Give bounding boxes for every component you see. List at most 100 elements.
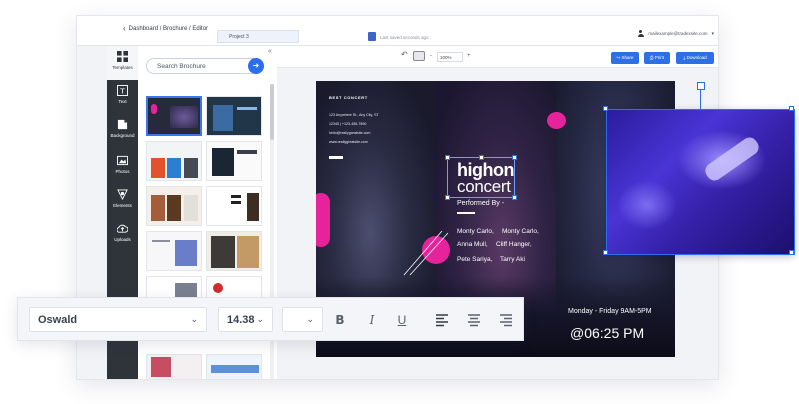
resize-handle[interactable] <box>445 155 450 160</box>
search-go-button[interactable]: ➜ <box>248 58 264 74</box>
rail-item-templates[interactable]: Templates <box>107 46 138 80</box>
user-menu[interactable]: mailexample@tradexsite.com ▾ <box>637 30 714 37</box>
elements-icon <box>117 189 128 200</box>
brochure-phone[interactable]: 12345 | +123-456-7890 <box>329 122 366 126</box>
chevron-down-icon[interactable]: ⌄ <box>190 314 198 325</box>
document-icon <box>368 32 376 41</box>
rotate-handle-line <box>700 89 701 109</box>
font-size-select[interactable]: 14.38 ⌄ <box>218 307 273 332</box>
brochure-website[interactable]: www.reallygreatsite.com <box>329 140 368 144</box>
project-name[interactable]: Project 3 <box>229 34 249 40</box>
scrollbar-thumb[interactable] <box>270 84 274 140</box>
user-icon <box>637 30 644 37</box>
pink-dot[interactable] <box>547 112 566 129</box>
resize-handle[interactable] <box>603 106 608 111</box>
brochure-email[interactable]: hello@reallygreatsite.com <box>329 131 370 135</box>
performed-by-label[interactable]: Performed By - <box>457 200 504 207</box>
rail-item-elements[interactable]: Elements <box>107 184 138 218</box>
zoom-in-button[interactable]: + <box>467 53 471 59</box>
user-email[interactable]: mailexample@tradexsite.com <box>648 31 707 36</box>
performer-name[interactable]: Cliff Hanger, <box>496 241 532 248</box>
canvas-toolbar: ↶ - 100% + ↪ Share ⎙ Print ⤓ Download <box>277 46 718 68</box>
font-family-value[interactable]: Oswald <box>38 314 77 326</box>
resize-handle[interactable] <box>512 155 517 160</box>
resize-handle[interactable] <box>789 106 794 111</box>
chevron-down-icon[interactable]: ⌄ <box>306 314 314 325</box>
pink-blob-left[interactable] <box>316 193 330 247</box>
rail-item-uploads[interactable]: Uploads <box>107 218 138 252</box>
svg-text:T: T <box>119 86 125 95</box>
search-placeholder[interactable]: Search Brochure <box>157 63 206 70</box>
template-thumb[interactable] <box>146 96 202 136</box>
resize-handle[interactable] <box>445 195 450 200</box>
thumb-photo <box>237 236 259 268</box>
photos-icon <box>117 155 128 166</box>
line-spacing-select[interactable]: ⌄ <box>282 307 323 332</box>
template-thumb[interactable] <box>146 141 202 181</box>
performer-name[interactable]: Monty Carlo, <box>457 228 494 235</box>
performer-name[interactable]: Monty Carlo, <box>502 228 539 235</box>
background-icon <box>117 119 128 130</box>
print-label: Print <box>654 55 665 60</box>
resize-handle[interactable] <box>479 155 484 160</box>
template-thumb[interactable] <box>146 186 202 226</box>
performer-name[interactable]: Pete Sariya, <box>457 256 492 263</box>
rail-item-photos[interactable]: Photos <box>107 150 138 184</box>
search-input[interactable]: Search Brochure ➜ <box>146 58 264 74</box>
title-selection-box[interactable] <box>447 157 515 198</box>
download-button[interactable]: ⤓ Download <box>676 52 714 64</box>
bold-icon[interactable]: B <box>332 312 348 328</box>
thumb-photo <box>151 195 165 221</box>
resize-handle[interactable] <box>603 250 608 255</box>
event-days[interactable]: Monday - Friday 9AM-5PM <box>568 308 652 315</box>
collapse-panel-icon[interactable]: « <box>268 48 272 55</box>
template-thumb[interactable] <box>206 96 262 136</box>
share-icon: ↪ <box>616 55 621 60</box>
download-label: Download <box>686 55 707 60</box>
align-center-icon[interactable] <box>466 312 482 328</box>
template-thumb[interactable] <box>206 354 262 379</box>
resize-handle[interactable] <box>789 250 794 255</box>
zoom-out-button[interactable]: - <box>430 53 432 59</box>
brochure-divider <box>329 156 343 159</box>
rail-item-background[interactable]: Background <box>107 114 138 148</box>
thumb-shape <box>184 158 198 178</box>
thumb-shape <box>167 158 181 178</box>
share-button[interactable]: ↪ Share <box>611 52 639 64</box>
photo-selection-box[interactable] <box>606 109 795 255</box>
resize-handle[interactable] <box>512 195 517 200</box>
template-thumb[interactable] <box>206 186 262 226</box>
performer-name[interactable]: Anna Mull, <box>457 241 488 248</box>
font-size-value[interactable]: 14.38 <box>227 314 255 326</box>
template-thumb[interactable] <box>146 354 202 379</box>
font-family-select[interactable]: Oswald ⌄ <box>29 307 207 332</box>
brochure-heading[interactable]: BEST CONCERT <box>329 95 368 100</box>
align-left-icon[interactable] <box>434 312 450 328</box>
thumb-photo <box>184 195 198 221</box>
undo-icon[interactable]: ↶ <box>401 50 408 59</box>
thumb-photo <box>213 105 233 131</box>
brochure-address[interactable]: 123 Anywhere St., Any City, ST <box>329 113 379 117</box>
underline-icon[interactable]: U <box>394 312 410 328</box>
italic-icon[interactable]: I <box>364 312 380 328</box>
breadcrumb-text[interactable]: Dashboard / Brochure / Editor <box>129 26 208 32</box>
rotate-handle[interactable] <box>697 82 705 90</box>
chevron-down-icon[interactable]: ⌄ <box>256 314 264 325</box>
performer-name[interactable]: Tarry Aki <box>500 256 525 263</box>
template-thumb[interactable] <box>206 141 262 181</box>
align-right-icon[interactable] <box>498 312 514 328</box>
template-thumb[interactable] <box>206 231 262 271</box>
print-button[interactable]: ⎙ Print <box>644 52 670 64</box>
redo-icon[interactable] <box>413 51 425 61</box>
zoom-select[interactable]: 100% <box>437 52 463 62</box>
thumb-line <box>231 195 241 198</box>
rail-item-text[interactable]: T Text <box>107 80 138 114</box>
rail-label: Uploads <box>114 237 131 242</box>
event-time[interactable]: @06:25 PM <box>570 325 644 341</box>
chevron-left-icon[interactable]: ‹ <box>123 24 126 33</box>
breadcrumb[interactable]: ‹ Dashboard / Brochure / Editor <box>123 24 208 33</box>
template-thumb[interactable] <box>146 231 202 271</box>
thumb-shape <box>151 104 157 114</box>
save-status-text: Last saved seconds ago <box>380 35 429 40</box>
chevron-down-icon[interactable]: ▾ <box>711 31 714 37</box>
